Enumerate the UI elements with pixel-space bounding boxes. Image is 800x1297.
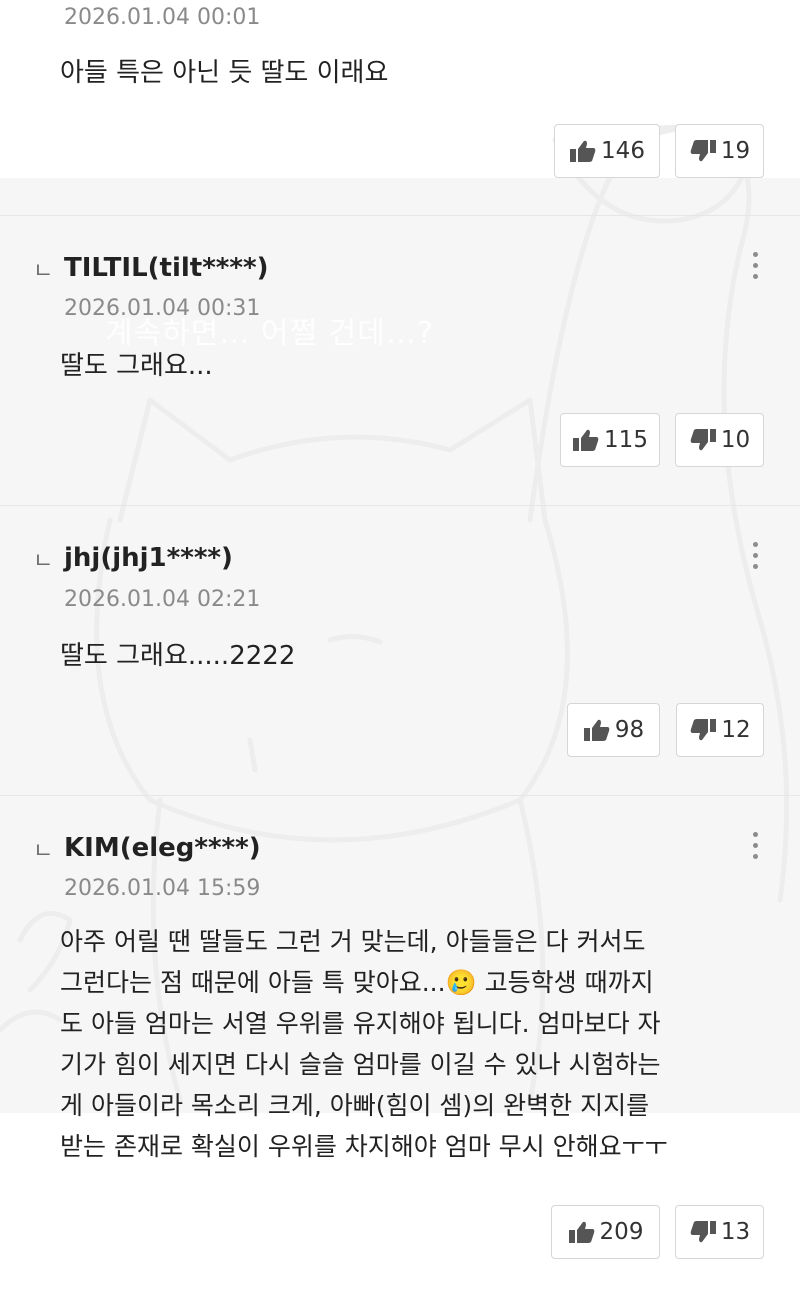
like-button[interactable]: 146 bbox=[554, 124, 660, 178]
comment-text: 딸도 그래요... bbox=[60, 351, 213, 381]
reply-indicator: ㄴ bbox=[33, 839, 54, 864]
comment-date: 2026.01.04 00:31 bbox=[64, 296, 261, 321]
like-count: 146 bbox=[601, 138, 645, 164]
comment-date: 2026.01.04 15:59 bbox=[64, 876, 261, 901]
dislike-button[interactable]: 13 bbox=[675, 1205, 764, 1259]
comment-author[interactable]: jhj(jhj1****) bbox=[64, 543, 233, 573]
thumbs-down-icon bbox=[690, 429, 716, 451]
reply-indicator: ㄴ bbox=[33, 259, 54, 284]
dislike-count: 19 bbox=[720, 138, 751, 164]
more-vertical-icon[interactable] bbox=[751, 252, 759, 284]
thumbs-up-icon bbox=[573, 429, 599, 451]
thumbs-down-icon bbox=[690, 140, 716, 162]
reply-indicator: ㄴ bbox=[33, 549, 54, 574]
dislike-button[interactable]: 19 bbox=[675, 124, 764, 178]
dislike-count: 12 bbox=[721, 717, 751, 743]
comment-date: 2026.01.04 00:01 bbox=[64, 5, 261, 30]
like-button[interactable]: 115 bbox=[560, 413, 660, 467]
comment-list-page: 계속하면… 어쩔 건데…? 2026.01.04 00:01 아들 특은 아닌 … bbox=[0, 0, 800, 1297]
dislike-count: 10 bbox=[720, 427, 751, 453]
more-vertical-icon[interactable] bbox=[751, 832, 759, 864]
more-vertical-icon[interactable] bbox=[751, 542, 759, 574]
thumbs-up-icon bbox=[583, 719, 610, 741]
comment-divider bbox=[0, 505, 800, 506]
comment-divider bbox=[0, 215, 800, 216]
like-button[interactable]: 98 bbox=[567, 703, 660, 757]
thumbs-down-icon bbox=[691, 719, 717, 741]
like-button[interactable]: 209 bbox=[551, 1205, 660, 1259]
comment-text: 아주 어릴 땐 딸들도 그런 거 맞는데, 아들들은 다 커서도 그런다는 점 … bbox=[60, 927, 668, 1161]
comment-text: 딸도 그래요.....2222 bbox=[60, 641, 296, 671]
dislike-button[interactable]: 12 bbox=[676, 703, 764, 757]
thumbs-down-icon bbox=[690, 1221, 716, 1243]
comment-divider bbox=[0, 795, 800, 796]
like-count: 98 bbox=[614, 717, 645, 743]
comment-author[interactable]: KIM(eleg****) bbox=[64, 833, 261, 863]
dislike-button[interactable]: 10 bbox=[675, 413, 764, 467]
like-count: 209 bbox=[599, 1219, 644, 1245]
thumbs-up-icon bbox=[568, 1221, 594, 1243]
comment-author[interactable]: TILTIL(tilt****) bbox=[64, 253, 268, 283]
comment-date: 2026.01.04 02:21 bbox=[64, 587, 261, 612]
like-count: 115 bbox=[604, 427, 648, 453]
thumbs-up-icon bbox=[570, 140, 596, 162]
comment-text: 아들 특은 아닌 듯 딸도 이래요 bbox=[60, 58, 389, 88]
dislike-count: 13 bbox=[720, 1219, 751, 1245]
